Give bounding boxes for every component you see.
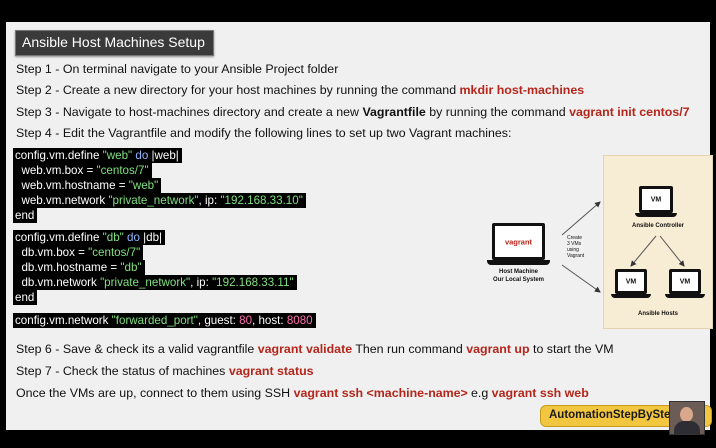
code-web-end: end — [13, 208, 38, 223]
code-db-line-3: db.vm.hostname = "db" — [13, 260, 145, 275]
ansible-diagram-panel: VM Ansible Controller VM VM Ansible Host… — [603, 155, 713, 329]
ssh-example-prefix: e.g — [471, 386, 492, 400]
vagrant-label: vagrant — [504, 237, 533, 246]
step-6-command-validate: vagrant validate — [257, 342, 353, 356]
host-machine-laptop-icon: vagrant — [492, 223, 545, 260]
step-6-text-2: Then run command — [352, 342, 467, 356]
code-web-line-3: web.vm.hostname = "web" — [13, 178, 162, 193]
slide-title: Ansible Host Machines Setup — [22, 34, 205, 50]
step-6-text: Step 6 - Save & check its a valid vagran… — [16, 342, 258, 356]
step-4: Step 4 - Edit the Vagrantfile and modify… — [16, 126, 511, 140]
step-1: Step 1 - On terminal navigate to your An… — [16, 62, 338, 76]
host2-vm-icon: VM — [669, 269, 701, 294]
slide-title-box: Ansible Host Machines Setup — [15, 30, 214, 56]
step-3: Step 3 - Navigate to host-machines direc… — [16, 105, 690, 119]
step-1-text: Step 1 - On terminal navigate to your An… — [16, 62, 339, 76]
ansible-hosts-label: Ansible Hosts — [637, 311, 678, 317]
step-3-text-2: by running the command — [425, 105, 570, 119]
slide: Ansible Host Machines Setup Step 1 - On … — [6, 22, 713, 430]
code-db-line-2: db.vm.box = "centos/7" — [13, 245, 144, 260]
step-6-text-3: to start the VM — [529, 342, 614, 356]
code-db-end: end — [13, 290, 38, 305]
step-7: Step 7 - Check the status of machines va… — [16, 364, 314, 378]
host-system-label: Our Local System — [492, 277, 545, 283]
host-machine-label: Host Machine — [498, 269, 538, 275]
ssh-text: Once the VMs are up, connect to them usi… — [16, 386, 294, 400]
step-6: Step 6 - Save & check its a valid vagran… — [16, 342, 614, 356]
step-7-text: Step 7 - Check the status of machines — [16, 364, 229, 378]
controller-vm-icon: VM — [639, 186, 673, 213]
ssh-instructions: Once the VMs are up, connect to them usi… — [16, 386, 468, 400]
step-3-command: vagrant init centos/7 — [569, 105, 690, 119]
presenter-avatar — [669, 401, 705, 435]
code-web-line-1: config.vm.define "web" do |web| — [13, 148, 182, 163]
step-7-command: vagrant status — [228, 364, 314, 378]
step-6-command-up: vagrant up — [466, 342, 530, 356]
host1-vm-icon: VM — [615, 269, 647, 294]
ssh-example-command: vagrant ssh web — [491, 386, 589, 400]
code-db-line-4: db.vm.network "private_network", ip: "19… — [13, 275, 297, 290]
host-laptop-base — [487, 260, 550, 265]
step-3-text: Step 3 - Navigate to host-machines direc… — [16, 105, 363, 119]
controller-to-hosts-arrows — [630, 235, 685, 267]
code-db-line-1: config.vm.define "db" do |db| — [13, 230, 166, 245]
ssh-example: e.g vagrant ssh web — [471, 386, 589, 400]
step-4-text: Step 4 - Edit the Vagrantfile and modify… — [16, 126, 512, 140]
ansible-controller-label: Ansible Controller — [631, 223, 684, 229]
step-2-command: mkdir host-machines — [459, 83, 585, 97]
code-web-line-2: web.vm.box = "centos/7" — [13, 163, 152, 178]
channel-name: AutomationStepByStep — [549, 409, 678, 421]
video-frame: Ansible Host Machines Setup Step 1 - On … — [0, 0, 716, 448]
ssh-command: vagrant ssh <machine-name> — [293, 386, 468, 400]
step-2-text: Step 2 - Create a new directory for your… — [16, 83, 460, 97]
code-forwarded-port: config.vm.network "forwarded_port", gues… — [13, 313, 316, 328]
step-3-filename: Vagrantfile — [362, 105, 426, 119]
step-2: Step 2 - Create a new directory for your… — [16, 83, 584, 97]
code-web-line-4: web.vm.network "private_network", ip: "1… — [13, 193, 306, 208]
